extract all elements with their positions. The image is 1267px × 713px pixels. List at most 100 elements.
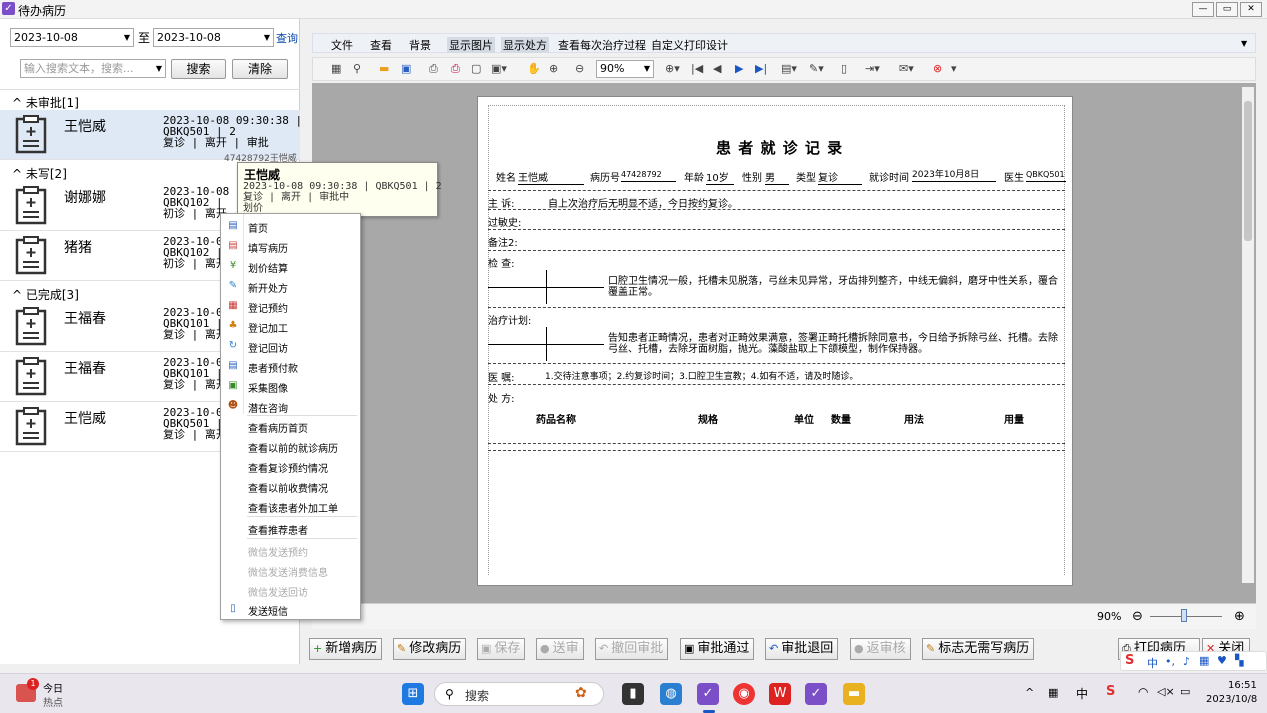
menu-item-register-follow-up[interactable]: 登记回访	[248, 340, 288, 355]
chrome-icon[interactable]: ◉	[733, 683, 755, 705]
volume-icon[interactable]: ◁×	[1157, 685, 1175, 698]
submit-review-button[interactable]: ● 送审	[536, 638, 584, 660]
reject-approval-button[interactable]: ↶ 审批退回	[765, 638, 839, 660]
menu-file[interactable]: 文件	[331, 37, 353, 53]
zoom-in-icon[interactable]: ⊕	[1234, 609, 1245, 624]
color-icon[interactable]: ✎▾	[809, 62, 824, 75]
zoom-in-icon[interactable]: ⊕	[549, 62, 558, 75]
scale-icon[interactable]: ▣▾	[491, 62, 507, 75]
menu-view-treatment-process[interactable]: 查看每次治疗过程	[558, 37, 646, 53]
menu-item-wechat-consumption[interactable]: 微信发送消费信息	[248, 564, 328, 579]
withdraw-approval-button[interactable]: ↶ 撤回审批	[595, 638, 669, 660]
zoom-dropdown-icon[interactable]: ⊕▾	[665, 62, 680, 75]
vertical-scrollbar[interactable]	[1242, 87, 1254, 583]
clock-date[interactable]: 2023/10/8	[1206, 694, 1257, 705]
skin-icon[interactable]: ♥	[1217, 654, 1227, 667]
menu-background[interactable]: 背景	[409, 37, 431, 53]
clear-button[interactable]: 清除	[232, 59, 288, 79]
next-page-icon[interactable]: ▶	[735, 62, 743, 75]
date-to-select[interactable]: 2023-10-08 ▼	[153, 28, 274, 47]
menu-item-home[interactable]: 首页	[248, 220, 268, 235]
mark-no-record-button[interactable]: ✎ 标志无需写病历	[922, 638, 1035, 660]
quick-print-icon[interactable]: ⎙	[451, 62, 460, 76]
page-setup-icon[interactable]: ▢	[471, 62, 481, 75]
ime-mode-label[interactable]: 中	[1147, 655, 1158, 671]
menu-item-send-sms[interactable]: 发送短信	[248, 603, 288, 618]
sogou-tray-icon[interactable]: S	[1106, 684, 1115, 699]
wifi-icon[interactable]: ◠	[1138, 685, 1148, 699]
ime-toolbar[interactable]: S 中 •, ♪ ▦ ♥ ▚	[1120, 651, 1267, 671]
menu-item-view-revisit-appointments[interactable]: 查看复诊预约情况	[248, 460, 328, 475]
search-button[interactable]: 搜索	[171, 59, 226, 79]
chevron-up-icon[interactable]: ^	[1025, 686, 1034, 699]
menu-item-register-processing[interactable]: 登记加工	[248, 320, 288, 335]
hand-tool-icon[interactable]: ✋	[527, 62, 541, 75]
group-header-completed[interactable]: ^ 已完成[3]	[12, 286, 79, 303]
edit-record-button[interactable]: ✎ 修改病历	[393, 638, 467, 660]
keyboard-icon[interactable]: ▦	[1199, 654, 1209, 667]
save-button[interactable]: ▣ 保存	[477, 638, 526, 660]
close-preview-icon[interactable]: ⊗	[933, 62, 942, 75]
menu-item-view-referred-patients[interactable]: 查看推荐患者	[248, 522, 308, 537]
restore-button[interactable]: ▭	[1216, 2, 1238, 17]
wps-icon[interactable]: W	[769, 683, 791, 705]
print-icon[interactable]: ⎙	[429, 62, 438, 76]
menu-item-view-external-orders[interactable]: 查看该患者外加工单	[248, 500, 338, 515]
close-window-button[interactable]: ✕	[1240, 2, 1262, 17]
new-record-button[interactable]: + 新增病历	[309, 638, 383, 660]
group-header-unwritten[interactable]: ^ 未写[2]	[12, 165, 67, 182]
task-view-icon[interactable]: ▮	[622, 683, 644, 705]
chevron-down-icon[interactable]: ▼	[1241, 39, 1247, 48]
layout-icon[interactable]: ▦	[331, 62, 341, 75]
menu-item-capture-image[interactable]: 采集图像	[248, 380, 288, 395]
menu-item-potential-consult[interactable]: 潜在咨询	[248, 400, 288, 415]
menu-item-view-record-home[interactable]: 查看病历首页	[248, 420, 308, 435]
microphone-icon[interactable]: ♪	[1183, 655, 1190, 668]
keyboard-tray-icon[interactable]: ▦	[1048, 686, 1058, 699]
open-folder-icon[interactable]: ▬	[379, 62, 389, 75]
menu-item-new-prescription[interactable]: 新开处方	[248, 280, 288, 295]
menu-show-prescriptions[interactable]: 显示处方	[501, 37, 549, 53]
battery-icon[interactable]: ▭	[1180, 685, 1190, 698]
search-input[interactable]: 输入搜索文本，搜索... ▼	[20, 59, 166, 78]
save-icon[interactable]: ▣	[401, 62, 411, 75]
multi-page-icon[interactable]: ▤▾	[781, 62, 797, 75]
menu-item-view-past-charges[interactable]: 查看以前收费情况	[248, 480, 328, 495]
query-link[interactable]: 查询	[276, 30, 298, 46]
sogou-ime-icon[interactable]: S	[1125, 653, 1134, 668]
chevron-down-icon[interactable]: ▾	[951, 62, 957, 75]
last-page-icon[interactable]: ▶|	[755, 62, 767, 75]
zoom-select[interactable]: 90% ▼	[596, 60, 654, 78]
approve-button[interactable]: ▣ 审批通过	[680, 638, 755, 660]
email-icon[interactable]: ✉▾	[899, 62, 914, 75]
chat-icon[interactable]: ◍	[660, 683, 682, 705]
zoom-slider-thumb[interactable]	[1181, 609, 1187, 622]
return-review-button[interactable]: ● 返审核	[850, 638, 911, 660]
menu-item-wechat-follow-up[interactable]: 微信发送回访	[248, 584, 308, 599]
menu-item-prepayment[interactable]: 患者预付款	[248, 360, 298, 375]
minimize-button[interactable]: —	[1192, 2, 1214, 17]
menu-view[interactable]: 查看	[370, 37, 392, 53]
weather-subtitle[interactable]: 热点	[43, 694, 63, 709]
menu-custom-print-design[interactable]: 自定义打印设计	[651, 37, 728, 53]
taskbar-search[interactable]: ⚲ 搜索 ✿	[434, 682, 604, 706]
tools-icon[interactable]: ▚	[1235, 654, 1243, 667]
menu-item-write-record[interactable]: 填写病历	[248, 240, 288, 255]
prev-page-icon[interactable]: ◀	[713, 62, 721, 75]
group-header-pending-approval[interactable]: ^ 未审批[1]	[12, 94, 79, 111]
watermark-icon[interactable]: ▯	[841, 62, 847, 75]
scrollbar-thumb[interactable]	[1244, 101, 1252, 241]
input-language[interactable]: 中	[1076, 685, 1088, 702]
binoculars-icon[interactable]: ⚲	[353, 62, 361, 75]
zoom-out-icon[interactable]: ⊖	[1132, 609, 1143, 624]
app-taskbar-icon[interactable]: ✓	[697, 683, 719, 705]
menu-item-view-past-records[interactable]: 查看以前的就诊病历	[248, 440, 338, 455]
weather-title[interactable]: 今日	[43, 680, 63, 695]
date-from-select[interactable]: 2023-10-08 ▼	[10, 28, 134, 47]
punctuation-icon[interactable]: •,	[1165, 655, 1175, 668]
app2-taskbar-icon[interactable]: ✓	[805, 683, 827, 705]
zoom-out-icon[interactable]: ⊖	[575, 62, 584, 75]
first-page-icon[interactable]: |◀	[691, 62, 703, 75]
menu-item-register-appointment[interactable]: 登记预约	[248, 300, 288, 315]
menu-show-images[interactable]: 显示图片	[447, 37, 495, 53]
